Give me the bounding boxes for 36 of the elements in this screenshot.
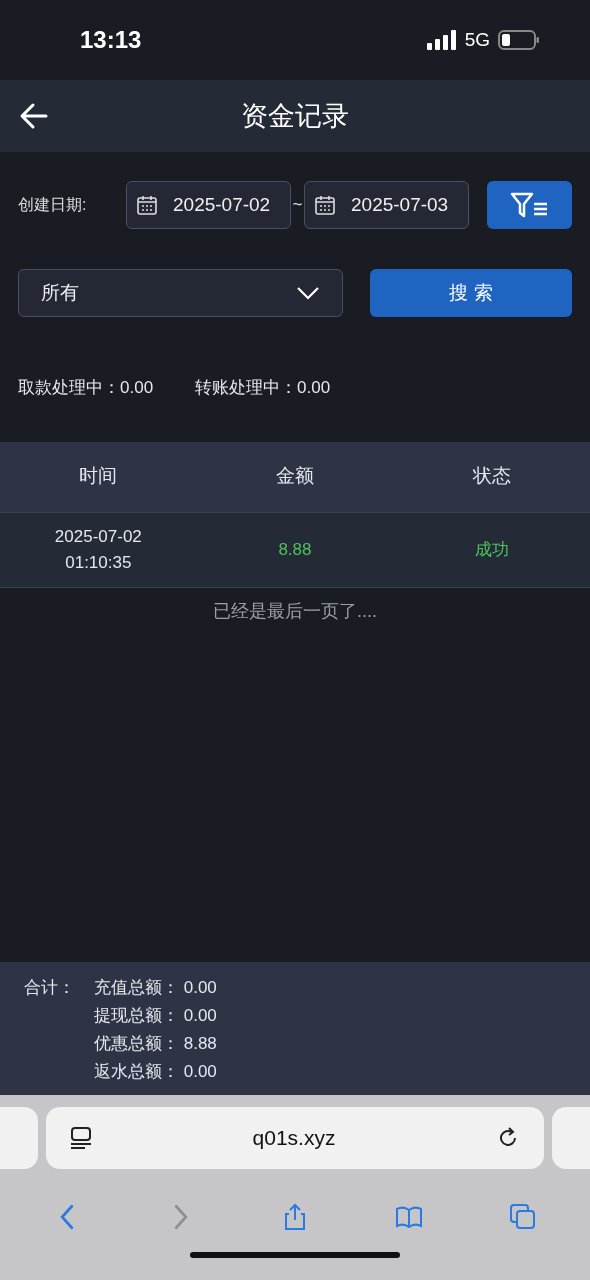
tabs-icon xyxy=(509,1203,537,1231)
signal-icon xyxy=(426,30,457,50)
start-date-field[interactable]: 2025-07-02 xyxy=(126,181,291,229)
search-button[interactable]: 搜 索 xyxy=(370,269,572,317)
end-date-field[interactable]: 2025-07-03 xyxy=(304,181,469,229)
battery-icon xyxy=(498,30,540,50)
date-text: 2025-07-02 xyxy=(53,526,143,548)
network-label: 5G xyxy=(464,27,490,52)
status-cell-text: 成功 xyxy=(473,538,510,561)
totals-label: 合计： xyxy=(24,977,76,999)
date-label: 创建日期: xyxy=(18,195,88,215)
clock-text: 01:10:35 xyxy=(64,551,133,574)
pending-amount: 取款处理中：0.00 xyxy=(18,377,154,399)
chevron-down-icon xyxy=(296,286,320,300)
calendar-icon xyxy=(315,195,335,215)
calendar-icon xyxy=(137,195,157,215)
total-line: 优惠总额： 8.88 xyxy=(94,1033,217,1055)
page-title: 资金记录 xyxy=(241,99,349,133)
total-line: 充值总额： 0.00 xyxy=(94,977,217,999)
chevron-right-icon xyxy=(174,1204,188,1230)
end-of-list-note: 已经是最后一页了.... xyxy=(212,599,378,623)
date-separator: ~ xyxy=(291,194,304,217)
type-select[interactable]: 所有 xyxy=(18,269,343,317)
filter-button[interactable] xyxy=(487,181,572,229)
column-header: 时间 xyxy=(78,464,119,489)
address-bar[interactable]: q01s.xyz xyxy=(46,1107,544,1169)
pending-amount: 转账处理中：0.00 xyxy=(195,377,331,399)
column-header: 状态 xyxy=(471,464,512,489)
amount-cell-text: 8.88 xyxy=(277,538,313,561)
column-header: 金额 xyxy=(274,464,315,489)
chevron-left-icon xyxy=(60,1204,74,1230)
status-time: 13:13 xyxy=(80,25,142,55)
total-line: 返水总额： 0.00 xyxy=(94,1061,217,1083)
filter-icon xyxy=(509,192,550,218)
reader-icon xyxy=(70,1126,92,1150)
total-line: 提现总额： 0.00 xyxy=(94,1005,217,1027)
